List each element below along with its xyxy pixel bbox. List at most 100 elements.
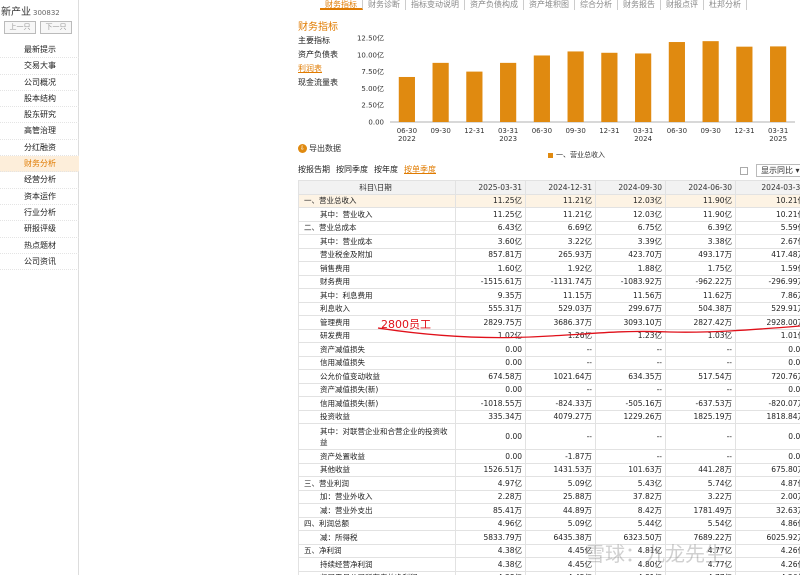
row-label: 投资收益 <box>298 409 456 424</box>
row-label: 营业税金及附加 <box>298 247 456 262</box>
table-cell: 11.21亿 <box>525 193 596 208</box>
row-label: 五、净利润 <box>298 543 456 558</box>
column-header-date[interactable]: 2024-12-31 <box>525 180 596 195</box>
yoy-checkbox[interactable] <box>740 166 748 175</box>
revenue-bar[interactable] <box>668 42 685 122</box>
sidebar-item[interactable]: 交易大事 <box>0 58 79 75</box>
table-cell: 5833.79万 <box>455 530 526 545</box>
table-cell: -- <box>665 382 736 397</box>
row-label: 资产减值损失(新) <box>298 382 456 397</box>
sidebar-item[interactable]: 最新提示 <box>0 42 79 59</box>
period-filter-option[interactable]: 按单季度 <box>404 164 436 175</box>
next-stock-button[interactable]: 下一只 <box>40 21 72 34</box>
table-row: 资产减值损失(新)0.00------0.00 <box>298 382 800 397</box>
sidebar-item[interactable]: 经营分析 <box>0 172 79 189</box>
table-row: 财务费用 -1515.61万 -1131.74万 -1083.92万 -962.22万 -… <box>298 274 800 289</box>
revenue-bar[interactable] <box>533 55 550 122</box>
row-label: 一、营业总收入 <box>298 193 456 208</box>
table-row: 销售费用1.60亿1.92亿1.88亿1.75亿1.59亿 <box>298 261 800 276</box>
tab[interactable]: 指标变动说明 <box>406 0 465 10</box>
tab[interactable]: 资产堆积图 <box>524 0 575 10</box>
revenue-bar-chart: 0.002.50亿5.00亿7.50亿10.00亿12.50亿06-302022… <box>357 34 795 143</box>
tab[interactable]: 杜邦分析 <box>704 0 747 10</box>
tab[interactable]: 财务诊断 <box>363 0 406 10</box>
statement-sub-menu: 主要指标 资产负债表 利润表 现金流量表 <box>298 34 338 90</box>
tab[interactable]: 财报点评 <box>661 0 704 10</box>
table-cell: 555.31万 <box>455 301 526 316</box>
revenue-bar[interactable] <box>432 62 449 122</box>
stock-title: 新产业 300832 <box>1 3 60 18</box>
row-label: 资产处置收益 <box>298 449 456 464</box>
row-label: 信用减值损失(新) <box>298 396 456 411</box>
table-cell: -1515.61万 <box>455 274 526 289</box>
period-filter-option[interactable]: 按同季度 <box>336 164 368 175</box>
sidebar-nav: 最新提示 交易大事 公司概况 股本结构 股东研究 高管治理 分红融资 财务分析 经营分析 资本运作… <box>0 42 79 271</box>
column-header-date[interactable]: 2025-03-31 <box>455 180 526 195</box>
stock-name: 新产业 <box>1 7 31 18</box>
sidebar-item[interactable]: 股本结构 <box>0 91 79 108</box>
table-row: 其中：利息费用9.35万11.15万11.56万11.62万7.86万 <box>298 288 800 303</box>
yoy-dropdown[interactable]: 显示同比 ▾ <box>756 164 800 177</box>
x-tick-label: 06-30 <box>667 127 687 135</box>
sidebar-item[interactable]: 分红融资 <box>0 140 79 157</box>
revenue-bar[interactable] <box>770 46 787 122</box>
table-row: 研发费用1.02亿1.26亿1.23亿1.03亿1.01亿 <box>298 328 800 343</box>
column-header-date[interactable]: 2024-06-30 <box>665 180 736 195</box>
column-header-date[interactable]: 2024-03-31 <box>735 180 800 195</box>
revenue-bar[interactable] <box>500 62 517 122</box>
sidebar-item[interactable]: 公司资讯 <box>0 254 79 271</box>
tab[interactable]: 财务指标 <box>320 0 363 10</box>
sidebar-item[interactable]: 公司概况 <box>0 75 79 91</box>
sub-menu-item[interactable]: 现金流量表 <box>298 76 338 90</box>
table-cell: 3.22亿 <box>525 234 596 249</box>
table-cell: 0.00 <box>735 382 800 397</box>
column-header-date[interactable]: 2024-09-30 <box>595 180 666 195</box>
export-data-button[interactable]: ⇩ 导出数据 <box>298 143 341 154</box>
revenue-bar[interactable] <box>635 53 652 122</box>
x-tick-year-label: 2023 <box>499 135 517 143</box>
tab[interactable]: 资产负债构成 <box>465 0 524 10</box>
table-cell: 3093.10万 <box>595 315 666 330</box>
table-cell: 12.03亿 <box>595 207 666 222</box>
revenue-bar[interactable] <box>567 51 584 122</box>
sidebar-item[interactable]: 高管治理 <box>0 123 79 140</box>
sidebar-item[interactable]: 股东研究 <box>0 107 79 124</box>
period-filter-option[interactable]: 按年度 <box>374 164 398 175</box>
table-row: 其中：营业成本3.60亿3.22亿3.39亿3.38亿2.67亿 <box>298 234 800 249</box>
sub-menu-item[interactable]: 主要指标 <box>298 34 338 48</box>
sidebar-item[interactable]: 热点题材 <box>0 238 79 254</box>
table-cell: 10.21亿 <box>735 193 800 208</box>
table-cell: 5.44亿 <box>595 516 666 531</box>
sub-menu-item[interactable]: 利润表 <box>298 62 338 76</box>
table-cell: 85.41万 <box>455 503 526 518</box>
table-row: 归属于母公司所有者的净利润4.38亿4.45亿4.81亿4.77亿4.26亿 <box>298 570 800 575</box>
table-row: 管理费用 2829.75万 3686.37万 3093.10万 2827.42万 2928… <box>298 315 800 330</box>
table-cell: 4.96亿 <box>455 516 526 531</box>
revenue-bar[interactable] <box>601 52 618 123</box>
table-row: 利息收入555.31万529.03万299.67万504.38万529.91万 <box>298 301 800 316</box>
prev-stock-button[interactable]: 上一只 <box>4 21 36 34</box>
revenue-bar[interactable] <box>736 46 753 122</box>
revenue-bar[interactable] <box>466 71 483 122</box>
sidebar-item[interactable]: 资本运作 <box>0 189 79 205</box>
table-cell: -637.53万 <box>665 396 736 411</box>
revenue-bar[interactable] <box>702 41 719 122</box>
table-cell: 5.09亿 <box>525 516 596 531</box>
revenue-bar[interactable] <box>398 76 415 122</box>
row-label: 加：营业外收入 <box>298 489 456 504</box>
table-cell: 37.82万 <box>595 489 666 504</box>
table-cell: 1.92亿 <box>525 261 596 276</box>
export-label: 导出数据 <box>309 144 341 153</box>
row-label: 二、营业总成本 <box>298 220 456 235</box>
sidebar-item[interactable]: 行业分析 <box>0 205 79 222</box>
sidebar-item[interactable]: 研报评级 <box>0 221 79 238</box>
period-filter-option[interactable]: 按报告期 <box>298 164 330 175</box>
table-cell: 441.28万 <box>665 462 736 477</box>
sub-menu-item[interactable]: 资产负债表 <box>298 48 338 62</box>
tab[interactable]: 财务报告 <box>618 0 661 10</box>
table-cell: 1825.19万 <box>665 409 736 424</box>
table-cell: 8.42万 <box>595 503 666 518</box>
tab[interactable]: 综合分析 <box>575 0 618 10</box>
table-cell: 675.80万 <box>735 462 800 477</box>
sidebar-item[interactable]: 财务分析 <box>0 156 79 173</box>
